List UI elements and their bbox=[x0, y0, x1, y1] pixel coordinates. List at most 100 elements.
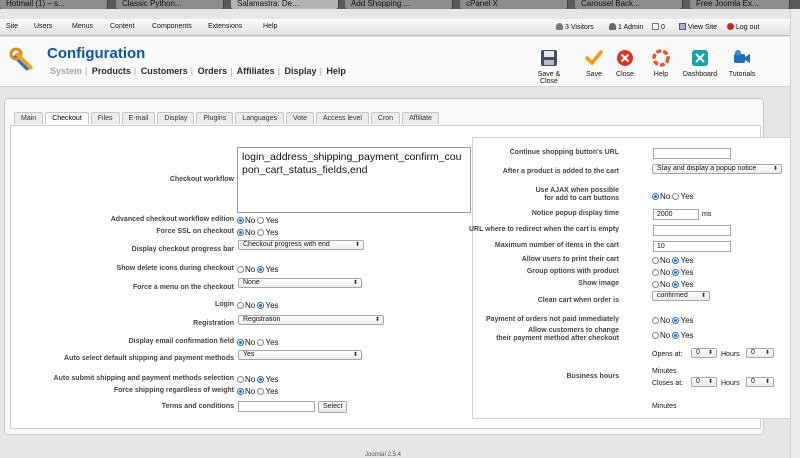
closes-hours-select[interactable]: 0 ⬍ bbox=[691, 377, 717, 387]
show-image-no-radio[interactable] bbox=[652, 281, 659, 288]
menu-users[interactable]: Users bbox=[34, 23, 52, 30]
change-payment-yes-radio[interactable] bbox=[672, 332, 680, 339]
opens-hours-select[interactable]: 0 ⬍ bbox=[691, 348, 717, 358]
subnav-orders[interactable]: Orders bbox=[198, 66, 228, 76]
menu-components[interactable]: Components bbox=[152, 23, 192, 30]
advanced-no-radio[interactable] bbox=[237, 217, 244, 224]
tutorials-button[interactable]: Tutorials bbox=[721, 49, 763, 78]
tab-access-level[interactable]: Access level bbox=[315, 112, 369, 124]
subnav-customers[interactable]: Customers bbox=[141, 66, 188, 76]
select-arrows-icon: ⬍ bbox=[764, 350, 770, 356]
subnav-display[interactable]: Display bbox=[285, 66, 317, 76]
subnav-help[interactable]: Help bbox=[326, 66, 346, 76]
force-shipping-radios: No Yes bbox=[237, 387, 279, 396]
after-add-select[interactable]: Stay and display a popup notice ⬍ bbox=[652, 164, 782, 174]
unpaid-yes-radio[interactable] bbox=[672, 317, 680, 324]
view-site-link[interactable]: View Site bbox=[679, 23, 717, 31]
max-items-input[interactable]: 10 bbox=[653, 241, 731, 252]
login-yes-radio[interactable] bbox=[257, 302, 265, 309]
delete-icons-no-radio[interactable] bbox=[237, 266, 244, 273]
change-payment-label-1: Allow customers to change bbox=[527, 327, 619, 334]
admin-menubar: Site Users Menus Content Components Exte… bbox=[0, 19, 800, 36]
dashboard-button[interactable]: Dashboard bbox=[679, 49, 721, 78]
tab-affiliate[interactable]: Affiliate bbox=[402, 112, 439, 124]
menu-content[interactable]: Content bbox=[110, 23, 135, 30]
browser-tab-active[interactable]: Salamastra: De... bbox=[231, 0, 339, 9]
logout-icon bbox=[727, 23, 734, 30]
print-cart-label: Allow users to print their cart bbox=[521, 256, 619, 263]
menu-extensions[interactable]: Extensions bbox=[208, 23, 242, 30]
browser-tab[interactable]: Classic Python... bbox=[116, 0, 224, 9]
browser-tab[interactable]: Add Shopping ... bbox=[345, 0, 453, 9]
force-menu-select[interactable]: None ⬍ bbox=[238, 278, 362, 288]
tab-cron[interactable]: Cron bbox=[370, 112, 401, 124]
change-payment-radios: No Yes bbox=[652, 331, 694, 340]
email-confirm-yes-radio[interactable] bbox=[257, 339, 265, 346]
terms-input[interactable] bbox=[238, 401, 315, 412]
closes-minutes-select[interactable]: 0 ⬍ bbox=[746, 377, 774, 387]
subnav-affiliates[interactable]: Affiliates bbox=[237, 66, 275, 76]
opens-minutes-select[interactable]: 0 ⬍ bbox=[746, 348, 774, 358]
tab-plugins[interactable]: Plugins bbox=[196, 112, 234, 124]
group-options-no-radio[interactable] bbox=[652, 269, 659, 276]
save-close-button[interactable]: Save & Close bbox=[528, 49, 570, 85]
delete-icons-yes-radio[interactable] bbox=[257, 266, 265, 273]
window-icon bbox=[679, 23, 686, 30]
browser-tab[interactable]: cPanel X bbox=[460, 0, 568, 9]
tab-main[interactable]: Main bbox=[14, 112, 44, 124]
browser-tab[interactable]: Free Joomla Ex... bbox=[690, 0, 790, 9]
tab-display[interactable]: Display bbox=[157, 112, 195, 124]
auto-submit-no-radio[interactable] bbox=[237, 376, 244, 383]
registration-select[interactable]: Registration ⬍ bbox=[238, 315, 384, 325]
page-scrollbar[interactable] bbox=[790, 9, 800, 458]
auto-submit-yes-radio[interactable] bbox=[257, 376, 265, 383]
tab-checkout[interactable]: Checkout bbox=[45, 112, 89, 124]
print-cart-yes-radio[interactable] bbox=[672, 257, 680, 264]
show-image-yes-radio[interactable] bbox=[672, 281, 680, 288]
logout-link[interactable]: Log out bbox=[727, 23, 759, 31]
tab-email[interactable]: E-mail bbox=[121, 112, 156, 124]
login-no-radio[interactable] bbox=[237, 302, 244, 309]
delete-icons-radios: No Yes bbox=[237, 265, 279, 274]
messages-status[interactable]: 0 bbox=[652, 23, 665, 31]
unpaid-no-radio[interactable] bbox=[652, 317, 659, 324]
subnav-system[interactable]: System bbox=[50, 66, 82, 76]
admin-status[interactable]: 1 Admin bbox=[609, 23, 643, 31]
browser-tab[interactable]: Hotmail (1) – s... bbox=[0, 0, 108, 9]
footer-version: Joomla! 2.5.4 bbox=[365, 452, 402, 458]
clean-cart-select[interactable]: confirmed ⬍ bbox=[652, 291, 710, 301]
terms-label: Terms and conditions bbox=[161, 403, 234, 410]
unpaid-orders-radios: No Yes bbox=[652, 316, 694, 325]
browser-tab[interactable]: Carousel Back... bbox=[575, 0, 683, 9]
popup-time-input[interactable]: 2000 bbox=[653, 209, 699, 220]
login-radios: No Yes bbox=[237, 301, 279, 310]
ssl-yes-radio[interactable] bbox=[257, 229, 265, 236]
tab-vote[interactable]: Vote bbox=[285, 112, 314, 124]
redirect-url-input[interactable] bbox=[653, 225, 731, 236]
ajax-label-1: Use AJAX when possible bbox=[535, 187, 619, 194]
force-shipping-no-radio[interactable] bbox=[237, 388, 244, 395]
auto-select-select[interactable]: Yes ⬍ bbox=[238, 350, 362, 360]
checkout-workflow-textarea[interactable]: login_address_shipping_payment_confirm_c… bbox=[237, 147, 471, 213]
visitors-status[interactable]: 3 Visitors bbox=[556, 23, 594, 31]
change-payment-no-radio[interactable] bbox=[652, 332, 659, 339]
print-cart-no-radio[interactable] bbox=[652, 257, 659, 264]
group-options-yes-radio[interactable] bbox=[672, 269, 680, 276]
tab-files[interactable]: Files bbox=[90, 112, 120, 124]
tab-languages[interactable]: Languages bbox=[235, 112, 284, 124]
terms-select-button[interactable]: Select bbox=[318, 401, 348, 413]
continue-url-input[interactable] bbox=[653, 148, 731, 159]
menu-help[interactable]: Help bbox=[263, 23, 277, 30]
subnav-products[interactable]: Products bbox=[92, 66, 131, 76]
progress-bar-select[interactable]: Checkout progress with end ⬍ bbox=[238, 240, 364, 250]
email-confirm-no-radio[interactable] bbox=[237, 339, 244, 346]
auto-submit-radios: No Yes bbox=[237, 375, 279, 384]
menu-menus[interactable]: Menus bbox=[72, 23, 93, 30]
help-button[interactable]: Help bbox=[640, 49, 682, 78]
ajax-yes-radio[interactable] bbox=[672, 193, 680, 200]
menu-site[interactable]: Site bbox=[6, 23, 18, 30]
ajax-no-radio[interactable] bbox=[652, 193, 659, 200]
ssl-no-radio[interactable] bbox=[237, 229, 244, 236]
force-shipping-yes-radio[interactable] bbox=[257, 388, 265, 395]
advanced-yes-radio[interactable] bbox=[257, 217, 265, 224]
